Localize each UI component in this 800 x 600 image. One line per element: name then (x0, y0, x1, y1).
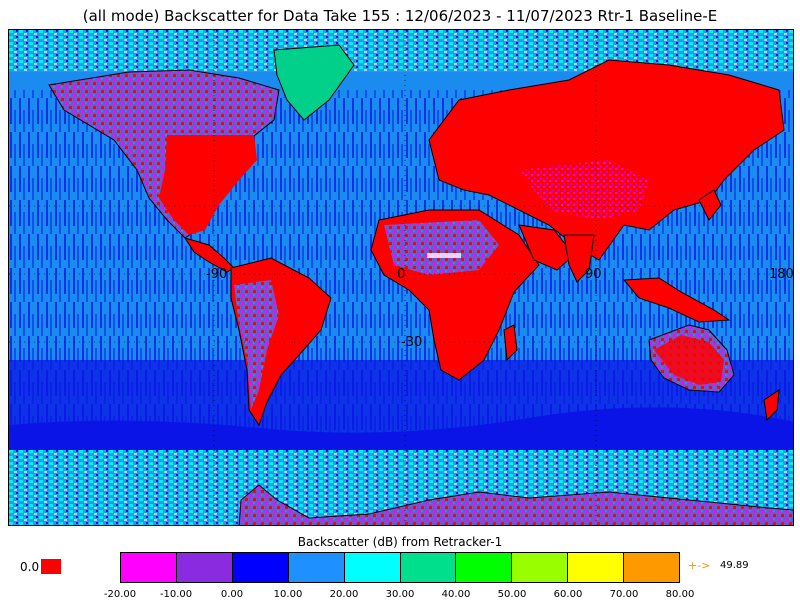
colorbar-segment (121, 553, 177, 582)
backscatter-map: -90 0 90 180 -30 (8, 29, 794, 526)
zero-value-label: 0.0 (20, 560, 40, 574)
colorbar-segment (568, 553, 625, 582)
colorbar-tick-label: 0.00 (220, 589, 244, 600)
lon-label-0: 0 (397, 267, 405, 282)
colorbar-tick-label: 70.00 (609, 589, 639, 600)
arctic-ice (9, 30, 793, 72)
colorbar-title: Backscatter (dB) from Retracker-1 (297, 535, 503, 549)
colorbar-segment (400, 553, 457, 582)
lat-label-minus30: -30 (401, 335, 422, 350)
colorbar (120, 552, 680, 583)
colorbar-tick-label: 80.00 (665, 589, 695, 600)
colorbar-segment (456, 553, 513, 582)
colorbar-tick-label: -20.00 (103, 589, 137, 600)
lon-label-minus90: -90 (206, 267, 227, 282)
max-value-label: 49.89 (720, 560, 749, 571)
colorbar-tick-label: 30.00 (385, 589, 415, 600)
colorbar-segment (288, 553, 345, 582)
colorbar-tick-label: 60.00 (553, 589, 583, 600)
lon-label-180: 180 (769, 267, 794, 282)
lon-label-90: 90 (585, 267, 602, 282)
colorbar-segment (176, 553, 233, 582)
zero-value-swatch (41, 559, 61, 574)
overflow-arrow: +-> (688, 559, 711, 572)
map-canvas: -90 0 90 180 -30 (9, 30, 794, 525)
colorbar-tick-label: -10.00 (159, 589, 193, 600)
map-title: (all mode) Backscatter for Data Take 155… (82, 7, 718, 25)
colorbar-tick-label: 10.00 (273, 589, 303, 600)
colorbar-segment (232, 553, 289, 582)
colorbar-tick-label: 50.00 (497, 589, 527, 600)
sahara-bright-patch (427, 253, 461, 258)
colorbar-tick-label: 20.00 (329, 589, 359, 600)
colorbar-segment (512, 553, 569, 582)
colorbar-tick-label: 40.00 (441, 589, 471, 600)
colorbar-segment (344, 553, 401, 582)
colorbar-segment (624, 553, 680, 582)
